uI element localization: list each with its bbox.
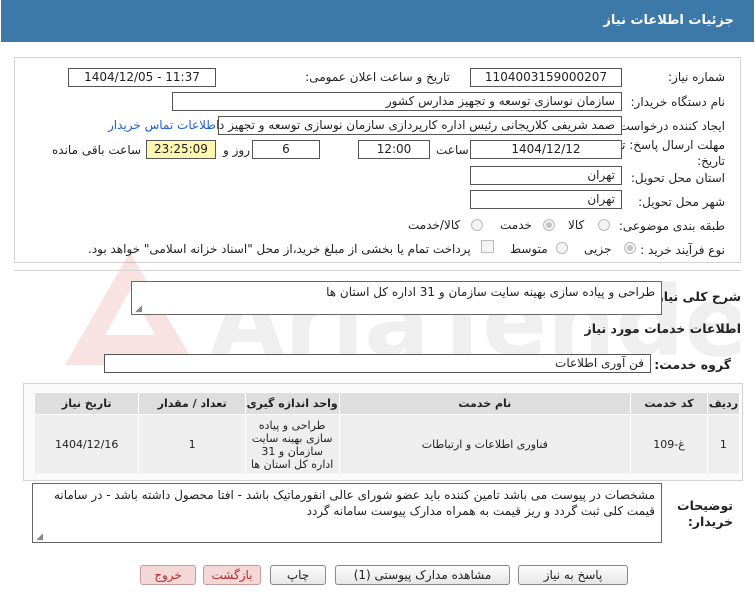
- need-number-field: 1104003159000207: [470, 68, 622, 87]
- services-table: ردیف کد خدمت نام خدمت واحد اندازه گیری ت…: [33, 392, 741, 475]
- services-section-title: اطلاعات خدمات مورد نیاز: [584, 321, 742, 336]
- buyer-org-label: نام دستگاه خریدار:: [630, 95, 726, 109]
- resize-grip-icon[interactable]: ◢: [35, 533, 43, 542]
- category-goods-service-label: کالا/خدمت: [408, 218, 461, 232]
- service-group-label: گروه خدمت:: [654, 357, 731, 372]
- description-label: شرح کلی نیاز:: [651, 289, 741, 304]
- category-goods-service-radio[interactable]: [471, 219, 483, 231]
- resize-grip-icon[interactable]: ◢: [134, 305, 142, 314]
- print-button[interactable]: چاپ: [270, 565, 326, 585]
- process-minor-label: جزیی: [584, 242, 612, 256]
- deadline-label: مهلت ارسال پاسخ: تا تاریخ:: [618, 138, 725, 168]
- table-header-row: ردیف کد خدمت نام خدمت واحد اندازه گیری ت…: [33, 392, 741, 415]
- buyer-notes-text: مشخصات در پیوست می باشد تامین کننده باید…: [53, 488, 655, 518]
- category-label: طبقه بندی موضوعی:: [618, 219, 725, 233]
- col-row-header: ردیف: [706, 392, 741, 415]
- category-service-radio[interactable]: [543, 219, 555, 231]
- service-group-field: فن آوری اطلاعات: [104, 354, 651, 373]
- category-goods-radio[interactable]: [598, 219, 610, 231]
- announce-label: تاریخ و ساعت اعلان عمومی:: [305, 70, 450, 84]
- cell-qty: 1: [138, 414, 246, 475]
- back-button[interactable]: بازگشت: [203, 565, 261, 585]
- deadline-date-field: 1404/12/12: [470, 140, 622, 159]
- buyer-org-field: سازمان نوسازی توسعه و تجهیز مدارس کشور: [172, 92, 622, 111]
- process-minor-radio[interactable]: [624, 242, 636, 254]
- cell-unit: طراحی و پیاده سازی بهینه سایت سازمان و 3…: [244, 414, 340, 475]
- buyer-notes-textarea[interactable]: مشخصات در پیوست می باشد تامین کننده باید…: [32, 483, 662, 543]
- province-field: تهران: [470, 166, 622, 185]
- remaining-label: ساعت باقی مانده: [52, 143, 142, 157]
- col-qty-header: تعداد / مقدار: [138, 392, 246, 415]
- treasury-payment-note: پرداخت تمام یا بخشی از مبلغ خرید،از محل …: [88, 242, 471, 256]
- description-textarea[interactable]: طراحی و پیاده سازی بهینه سایت سازمان و 3…: [131, 281, 662, 315]
- requester-label: ایجاد کننده درخواست:: [614, 119, 725, 133]
- section-divider: [14, 270, 741, 271]
- cell-code: غ-109: [630, 414, 708, 475]
- col-date-header: تاریخ نیاز: [33, 392, 140, 415]
- description-text: طراحی و پیاده سازی بهینه سایت سازمان و 3…: [326, 285, 655, 299]
- process-medium-radio[interactable]: [556, 242, 568, 254]
- days-remaining-field: 6: [252, 140, 320, 159]
- cell-name: فناوری اطلاعات و ارتباطات: [338, 414, 632, 475]
- buyer-contact-link[interactable]: اطلاعات تماس خریدار: [108, 118, 219, 132]
- province-label: استان محل تحویل:: [630, 171, 725, 185]
- process-medium-label: متوسط: [510, 242, 548, 256]
- buyer-notes-label: توضیحات خریدار:: [677, 498, 733, 529]
- page-header: جزئیات اطلاعات نیاز: [1, 0, 754, 42]
- deadline-time-field: 12:00: [358, 140, 430, 159]
- category-service-label: خدمت: [500, 218, 532, 232]
- col-unit-header: واحد اندازه گیری: [244, 392, 340, 415]
- announce-datetime-field: 1404/12/05 - 11:37: [68, 68, 216, 87]
- city-field: تهران: [470, 190, 622, 209]
- days-label: روز و: [223, 143, 250, 157]
- col-code-header: کد خدمت: [630, 392, 708, 415]
- city-label: شهر محل تحویل:: [638, 195, 725, 209]
- remaining-time-field: 23:25:09: [146, 140, 216, 159]
- view-attachments-button[interactable]: مشاهده مدارک پیوستی (1): [335, 565, 510, 585]
- requester-field: صمد شریفی کلاریجانی رئیس اداره کارپردازی…: [218, 116, 622, 135]
- cell-date: 1404/12/16: [33, 414, 140, 475]
- process-label: نوع فرآیند خرید :: [640, 243, 725, 257]
- exit-button[interactable]: خروج: [140, 565, 196, 585]
- treasury-payment-checkbox[interactable]: [481, 240, 494, 253]
- cell-row: 1: [706, 414, 741, 475]
- need-number-label: شماره نیاز:: [668, 70, 725, 84]
- col-name-header: نام خدمت: [338, 392, 632, 415]
- deadline-time-label: ساعت: [436, 143, 469, 157]
- table-row[interactable]: 1 غ-109 فناوری اطلاعات و ارتباطات طراحی …: [33, 414, 741, 475]
- category-goods-label: کالا: [568, 218, 585, 232]
- page-title: جزئیات اطلاعات نیاز: [603, 13, 734, 28]
- reply-button[interactable]: پاسخ به نیاز: [518, 565, 628, 585]
